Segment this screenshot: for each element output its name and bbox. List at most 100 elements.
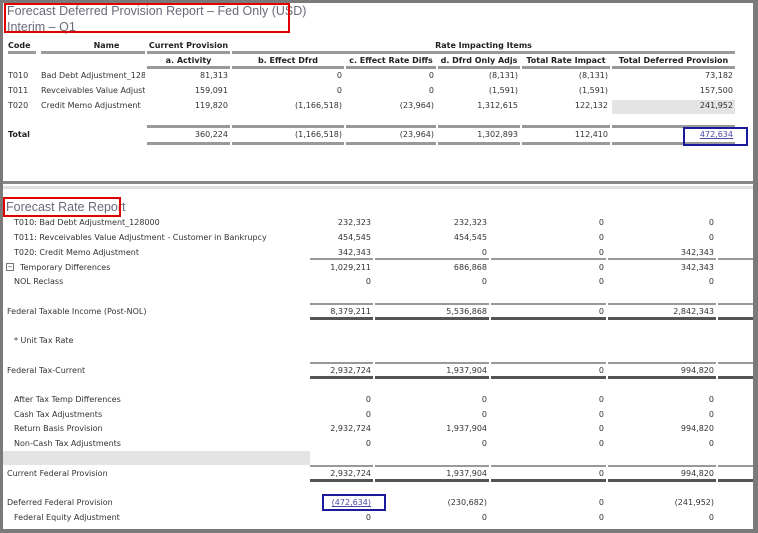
subtotal-overline bbox=[310, 465, 373, 467]
rate-row-value: 0 bbox=[481, 277, 487, 286]
subtotal-overline bbox=[608, 362, 716, 364]
rate-row-value: 1,937,904 bbox=[446, 424, 487, 433]
rate-row-label: * Unit Tax Rate bbox=[14, 336, 74, 345]
row-code: T020 bbox=[8, 101, 29, 110]
total-underline bbox=[718, 317, 753, 320]
header-underline bbox=[232, 66, 344, 69]
total-overline bbox=[147, 125, 230, 128]
row-name: Credit Memo Adjustment bbox=[41, 101, 141, 110]
rate-row-value: 0 bbox=[598, 439, 604, 448]
total-label: Total bbox=[8, 130, 30, 139]
rate-row-value: 994,820 bbox=[680, 366, 714, 375]
column-header-name: Name bbox=[93, 41, 120, 50]
rate-row-value: 0 bbox=[598, 366, 604, 375]
total-highlight bbox=[683, 127, 748, 146]
rate-row-label: Federal Tax-Current bbox=[7, 366, 86, 375]
rate-row-value: 8,379,211 bbox=[330, 307, 371, 316]
row-value: 0 bbox=[428, 71, 434, 80]
subtotal-overline bbox=[375, 303, 489, 305]
rate-row-value: 0 bbox=[708, 218, 714, 227]
rate-row-value: 0 bbox=[598, 424, 604, 433]
rate-row-value: 232,323 bbox=[337, 218, 371, 227]
rate-row-value: 5,536,868 bbox=[446, 307, 487, 316]
column-header-rate-impacting: Rate Impacting Items bbox=[435, 41, 532, 50]
subtotal-overline bbox=[718, 362, 753, 364]
header-underline bbox=[147, 51, 230, 54]
column-header-total-rate-impact: Total Rate Impact bbox=[526, 56, 606, 65]
total-underline bbox=[491, 376, 606, 379]
total-value: 1,302,893 bbox=[477, 130, 518, 139]
rate-row-value: 342,343 bbox=[680, 263, 714, 272]
report-window: Forecast Deferred Provision Report – Fed… bbox=[3, 3, 753, 529]
row-value: (1,591) bbox=[488, 86, 518, 95]
total-underline bbox=[310, 376, 373, 379]
subtotal-overline bbox=[608, 465, 716, 467]
rate-row-label: Current Federal Provision bbox=[7, 469, 108, 478]
total-underline bbox=[346, 142, 436, 145]
rate-row-value: 2,932,724 bbox=[330, 424, 371, 433]
row-value: (1,166,518) bbox=[295, 101, 342, 110]
rate-row-value: 342,343 bbox=[337, 248, 371, 257]
rate-row-value: 994,820 bbox=[680, 469, 714, 478]
header-underline bbox=[522, 66, 610, 69]
rate-row-label: T010: Bad Debt Adjustment_128000 bbox=[14, 218, 160, 227]
rate-row-value: 2,932,724 bbox=[330, 366, 371, 375]
subtotal-overline bbox=[718, 303, 753, 305]
rate-row-label: After Tax Temp Differences bbox=[14, 395, 121, 404]
total-overline bbox=[522, 125, 610, 128]
row-value: 119,820 bbox=[194, 101, 228, 110]
rate-row-value: 0 bbox=[598, 498, 604, 507]
total-overline bbox=[346, 125, 436, 128]
rate-row-label: Federal Equity Adjustment bbox=[14, 513, 120, 522]
column-header-c-effect-rate-diffs: c. Effect Rate Diffs bbox=[349, 56, 433, 65]
rate-row-value: 0 bbox=[598, 395, 604, 404]
rate-row-value: 0 bbox=[481, 248, 487, 257]
rate-row-value: 0 bbox=[365, 395, 371, 404]
row-value: (8,131) bbox=[488, 71, 518, 80]
rate-row-value: 2,932,724 bbox=[330, 469, 371, 478]
rate-row-value: 0 bbox=[598, 410, 604, 419]
total-value: 112,410 bbox=[574, 130, 608, 139]
rate-row-value: 0 bbox=[708, 410, 714, 419]
total-overline bbox=[438, 125, 520, 128]
row-value: (1,591) bbox=[578, 86, 608, 95]
row-value: 122,132 bbox=[574, 101, 608, 110]
rate-row-value: 0 bbox=[708, 395, 714, 404]
total-underline bbox=[232, 142, 344, 145]
header-underline bbox=[147, 66, 230, 69]
rate-row-value: 0 bbox=[708, 233, 714, 242]
rate-row-value: 0 bbox=[708, 277, 714, 286]
subtotal-overline bbox=[718, 465, 753, 467]
empty-highlighted-row bbox=[3, 451, 310, 465]
row-value: 159,091 bbox=[194, 86, 228, 95]
row-name: Revceivables Value Adjustr bbox=[41, 86, 145, 95]
row-value: 1,312,615 bbox=[477, 101, 518, 110]
total-value: 360,224 bbox=[194, 130, 228, 139]
column-header-a-activity: a. Activity bbox=[165, 56, 212, 65]
total-underline bbox=[310, 317, 373, 320]
column-header-d-dfrd-only-adjs: d. Dfrd Only Adjs bbox=[440, 56, 518, 65]
row-value: 73,182 bbox=[705, 71, 733, 80]
row-name: Bad Debt Adjustment_128 bbox=[41, 71, 145, 80]
rate-row-value: 0 bbox=[481, 410, 487, 419]
subtotal-line bbox=[310, 258, 373, 260]
total-overline bbox=[232, 125, 344, 128]
subtotal-overline bbox=[491, 303, 606, 305]
total-underline bbox=[147, 142, 230, 145]
rate-row-value: 0 bbox=[708, 439, 714, 448]
total-underline bbox=[375, 317, 489, 320]
row-code: T011 bbox=[8, 86, 29, 95]
rate-row-value: 0 bbox=[598, 263, 604, 272]
header-underline bbox=[612, 66, 735, 69]
subtotal-line bbox=[375, 258, 489, 260]
total-underline bbox=[438, 142, 520, 145]
rate-row-label: Federal Taxable Income (Post-NOL) bbox=[7, 307, 147, 316]
title-highlight bbox=[4, 3, 290, 33]
row-value: 241,952 bbox=[699, 101, 733, 110]
rate-row-value: 0 bbox=[708, 513, 714, 522]
subtotal-overline bbox=[310, 362, 373, 364]
minus-square-icon[interactable]: − bbox=[6, 263, 14, 271]
total-underline bbox=[375, 376, 489, 379]
rate-row-value: 0 bbox=[598, 218, 604, 227]
total-underline bbox=[608, 317, 716, 320]
